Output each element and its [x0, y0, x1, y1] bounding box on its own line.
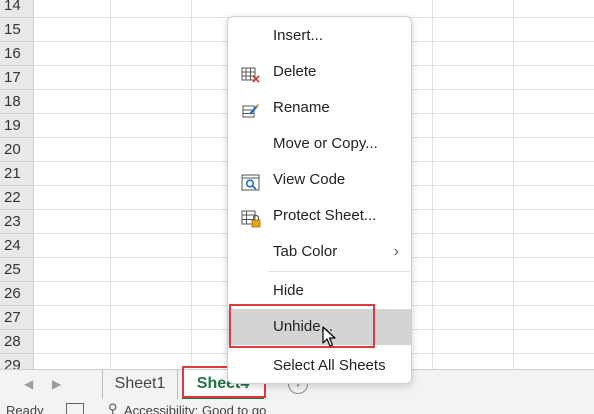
row-header[interactable]: 29: [0, 354, 34, 369]
menu-item-rename[interactable]: Rename: [228, 91, 411, 125]
chevron-right-icon: ›: [393, 243, 399, 260]
row-header[interactable]: 21: [0, 162, 34, 186]
column-gridline: [432, 0, 433, 369]
menu-item-label: Move or Copy...: [273, 135, 378, 152]
menu-item-hide[interactable]: Hide: [228, 274, 411, 308]
row-header[interactable]: 24: [0, 234, 34, 258]
delete-sheet-icon: [241, 63, 261, 83]
menu-item-label: Unhide...: [273, 318, 334, 335]
row-headers: 14 15 16 17 18 19 20 21 22 23 24 25 26 2…: [0, 0, 34, 369]
row-header[interactable]: 18: [0, 90, 34, 114]
row-header[interactable]: 23: [0, 210, 34, 234]
row-header[interactable]: 20: [0, 138, 34, 162]
menu-item-insert[interactable]: Insert...: [228, 19, 411, 53]
menu-item-protect-sheet[interactable]: Protect Sheet...: [228, 199, 411, 233]
row-header[interactable]: 15: [0, 18, 34, 42]
menu-separator: [268, 271, 410, 272]
row-header[interactable]: 19: [0, 114, 34, 138]
row-header[interactable]: 26: [0, 282, 34, 306]
triangle-left-icon[interactable]: ◀: [24, 377, 33, 391]
menu-item-label: Tab Color: [273, 243, 338, 260]
sheet-tab-sheet1[interactable]: Sheet1: [102, 370, 178, 399]
row-header[interactable]: 22: [0, 186, 34, 210]
menu-item-select-all-sheets[interactable]: Select All Sheets: [228, 349, 411, 383]
triangle-right-icon[interactable]: ▶: [52, 377, 61, 391]
accessibility-status[interactable]: Accessibility: Good to go: [124, 403, 266, 414]
menu-item-label: Insert...: [273, 27, 324, 44]
menu-item-label: Select All Sheets: [273, 357, 386, 374]
status-bar: Ready ⚲ Accessibility: Good to go: [0, 399, 594, 414]
row-header[interactable]: 14: [0, 0, 34, 18]
menu-item-label: Rename: [273, 99, 330, 116]
protect-sheet-icon: [241, 207, 261, 228]
row-header[interactable]: 17: [0, 66, 34, 90]
accessibility-icon: ⚲: [108, 401, 118, 414]
rename-icon: [241, 99, 261, 118]
column-gridline: [110, 0, 111, 369]
macro-recording-icon[interactable]: [66, 403, 84, 414]
row-header[interactable]: 27: [0, 306, 34, 330]
menu-item-tab-color[interactable]: Tab Color ›: [228, 235, 411, 269]
column-gridline: [191, 0, 192, 369]
menu-item-label: Delete: [273, 63, 317, 80]
menu-item-delete[interactable]: Delete: [228, 55, 411, 89]
status-ready: Ready: [6, 403, 44, 414]
row-header[interactable]: 16: [0, 42, 34, 66]
menu-item-label: View Code: [273, 171, 346, 188]
column-gridline: [513, 0, 514, 369]
menu-item-move-or-copy[interactable]: Move or Copy...: [228, 127, 411, 161]
menu-item-unhide[interactable]: Unhide...: [228, 309, 411, 345]
row-header[interactable]: 28: [0, 330, 34, 354]
menu-item-label: Hide: [273, 282, 304, 299]
view-code-icon: [241, 171, 261, 191]
menu-item-label: Protect Sheet...: [273, 207, 377, 224]
sheet-context-menu: Insert... Delete Rename Move or Copy... …: [227, 16, 412, 384]
row-header[interactable]: 25: [0, 258, 34, 282]
menu-item-view-code[interactable]: View Code: [228, 163, 411, 197]
